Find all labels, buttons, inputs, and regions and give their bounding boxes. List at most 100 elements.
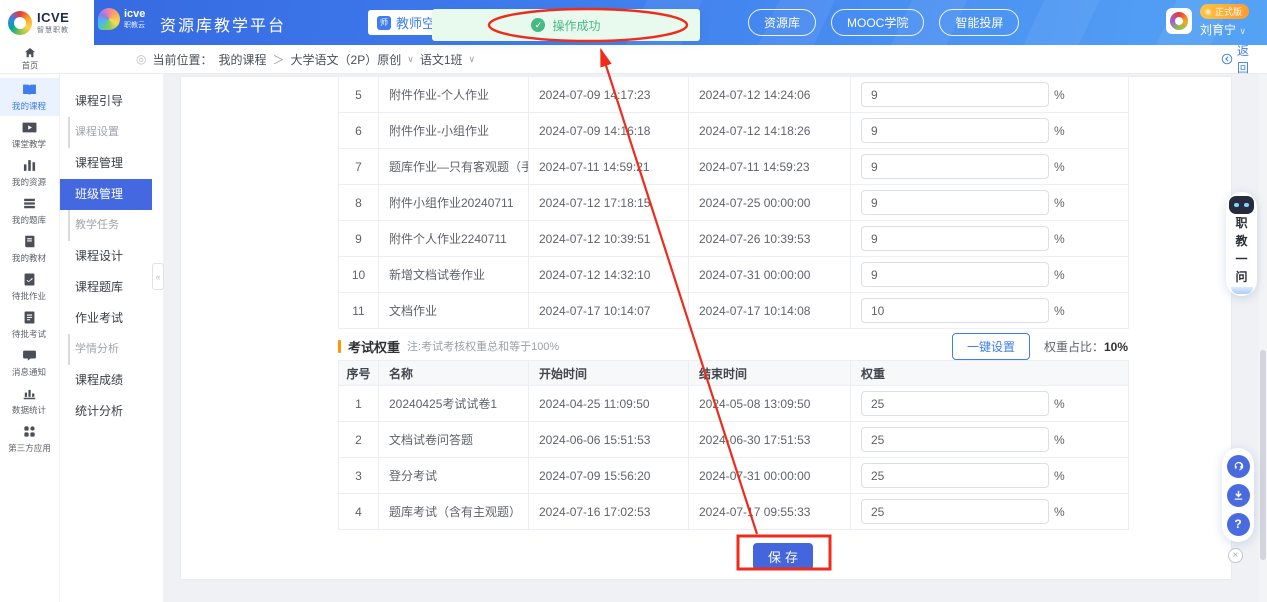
row-end-time: 2024-07-26 10:39:53 — [689, 221, 851, 257]
close-toolbar-icon[interactable]: × — [1228, 548, 1243, 563]
menu-section-title: 教学任务 — [68, 210, 163, 241]
menu-item-课程设计[interactable]: 课程设计 — [60, 241, 152, 272]
sidebar-item-label: 数据统计 — [12, 403, 46, 415]
col-header-weight: 权重 — [851, 361, 1129, 386]
resource-library-button[interactable]: 资源库 — [748, 9, 816, 36]
sidebar-item-resources[interactable]: 我的资源 — [0, 154, 59, 192]
weight-input[interactable] — [861, 118, 1049, 143]
sidebar-item-homework-review[interactable]: 待批作业 — [0, 268, 59, 306]
weight-input[interactable] — [861, 154, 1049, 179]
percent-label: % — [1054, 505, 1065, 519]
message-icon — [22, 348, 37, 363]
row-index: 11 — [339, 293, 379, 329]
sidebar-item-home[interactable]: 首页 — [0, 45, 60, 73]
icve-brand-title: ICVE — [37, 10, 69, 25]
back-button[interactable]: 返回 — [1221, 45, 1249, 73]
menu-item-统计分析[interactable]: 统计分析 — [60, 396, 152, 427]
percent-label: % — [1054, 196, 1065, 210]
header-nav-buttons: 资源库 MOOC学院 智能投屏 — [748, 9, 1019, 36]
mooc-academy-button[interactable]: MOOC学院 — [831, 9, 924, 36]
save-button[interactable]: 保存 — [753, 543, 813, 570]
floating-toolbar: ? — [1222, 448, 1254, 542]
sidebar-item-exam-review[interactable]: 待批考试 — [0, 306, 59, 344]
sidebar-item-statistics[interactable]: 数据统计 — [0, 382, 59, 420]
exam-weight-title: 考试权重 — [348, 337, 400, 356]
homework-review-icon — [22, 272, 37, 287]
weight-input[interactable] — [861, 499, 1049, 524]
row-end-time: 2024-07-25 00:00:00 — [689, 185, 851, 221]
menu-item-班级管理[interactable]: 班级管理 — [60, 179, 152, 210]
weight-input[interactable] — [861, 427, 1049, 452]
row-index: 1 — [339, 386, 379, 422]
sidebar-item-third-party[interactable]: 第三方应用 — [0, 420, 59, 458]
robot-icon — [1229, 196, 1254, 214]
col-header-name: 名称 — [379, 361, 529, 386]
location-icon: ◎ — [136, 52, 146, 66]
user-dropdown-caret-icon: ∨ — [1239, 26, 1246, 36]
row-end-time: 2024-07-12 14:18:26 — [689, 113, 851, 149]
weight-input[interactable] — [861, 262, 1049, 287]
teacher-space-icon: 师 — [377, 16, 391, 30]
row-weight-cell: % — [851, 221, 1129, 257]
zhijiaoyun-brand: icve 职教云 — [98, 8, 145, 30]
row-weight-cell: % — [851, 494, 1129, 530]
row-name: 登分考试 — [379, 458, 529, 494]
menu-item-作业考试[interactable]: 作业考试 — [60, 303, 152, 334]
breadcrumb-class[interactable]: 语文1班 — [420, 51, 463, 68]
course-dropdown-caret-icon[interactable]: ∨ — [407, 54, 414, 65]
platform-title: 资源库教学平台 — [160, 12, 286, 36]
row-index: 10 — [339, 257, 379, 293]
sidebar-collapse-button[interactable]: « — [152, 263, 164, 290]
icve-brand: ICVE 智慧职教 — [37, 10, 69, 35]
sidebar-item-textbook[interactable]: 我的教材 — [0, 230, 59, 268]
sidebar-item-question-bank[interactable]: 我的题库 — [0, 192, 59, 230]
sidebar-item-classroom[interactable]: 课堂教学 — [0, 116, 59, 154]
sidebar-item-message[interactable]: 消息通知 — [0, 344, 59, 382]
row-weight-cell: % — [851, 458, 1129, 494]
weight-input[interactable] — [861, 82, 1049, 107]
weight-input[interactable] — [861, 463, 1049, 488]
class-dropdown-caret-icon[interactable]: ∨ — [469, 54, 476, 65]
menu-item-课程引导[interactable]: 课程引导 — [60, 86, 152, 117]
scrollbar-thumb[interactable] — [1260, 350, 1266, 560]
row-start-time: 2024-07-12 10:39:51 — [529, 221, 689, 257]
weight-input[interactable] — [861, 190, 1049, 215]
sidebar-item-label: 第三方应用 — [8, 441, 51, 453]
menu-sidebar: 课程引导课程设置课程管理班级管理教学任务课程设计课程题库作业考试学情分析课程成绩… — [60, 74, 163, 602]
breadcrumb-course[interactable]: 大学语文（2P）原创 — [291, 51, 402, 68]
zhijiaoyun-shell-logo-icon — [98, 8, 120, 30]
smart-cast-button[interactable]: 智能投屏 — [939, 9, 1019, 36]
menu-item-课程成绩[interactable]: 课程成绩 — [60, 365, 152, 396]
percent-label: % — [1054, 304, 1065, 318]
row-start-time: 2024-07-16 17:02:53 — [529, 494, 689, 530]
one-click-set-button[interactable]: 一键设置 — [952, 333, 1030, 360]
menu-item-课程管理[interactable]: 课程管理 — [60, 148, 152, 179]
download-button[interactable] — [1227, 484, 1250, 507]
user-area[interactable]: 正式版 刘育宁 ∨ — [1166, 4, 1249, 38]
percent-label: % — [1054, 160, 1065, 174]
sidebar-item-courses[interactable]: 我的课程 — [0, 78, 59, 116]
menu-item-课程题库[interactable]: 课程题库 — [60, 272, 152, 303]
weight-ratio: 权重占比：10% — [1044, 338, 1128, 355]
table-row: 9附件个人作业22407112024-07-12 10:39:512024-07… — [339, 221, 1129, 257]
resources-icon — [22, 158, 37, 173]
weight-input[interactable] — [861, 298, 1049, 323]
row-name: 附件个人作业2240711 — [379, 221, 529, 257]
back-circle-arrow-icon — [1221, 53, 1233, 65]
exam-weight-note: 注:考试考核权重总和等于100% — [407, 338, 559, 354]
help-button[interactable]: ? — [1227, 513, 1250, 536]
breadcrumb-row: 首页 ◎ 当前位置： 我的课程 ＞ 大学语文（2P）原创 ∨ 语文1班 ∨ 返回 — [0, 45, 1267, 74]
row-index: 5 — [339, 77, 379, 113]
row-name: 附件作业-个人作业 — [379, 77, 529, 113]
weight-input[interactable] — [861, 391, 1049, 416]
row-weight-cell: % — [851, 257, 1129, 293]
percent-label: % — [1054, 268, 1065, 282]
row-start-time: 2024-04-25 11:09:50 — [529, 386, 689, 422]
breadcrumb-my-courses[interactable]: 我的课程 — [219, 51, 267, 68]
customer-service-button[interactable] — [1227, 455, 1250, 478]
weight-input[interactable] — [861, 226, 1049, 251]
version-badge-label: 正式版 — [1215, 5, 1242, 18]
row-start-time: 2024-06-06 15:51:53 — [529, 422, 689, 458]
row-name: 附件小组作业20240711 — [379, 185, 529, 221]
ai-assistant-widget[interactable]: 职教一问 — [1226, 192, 1257, 296]
